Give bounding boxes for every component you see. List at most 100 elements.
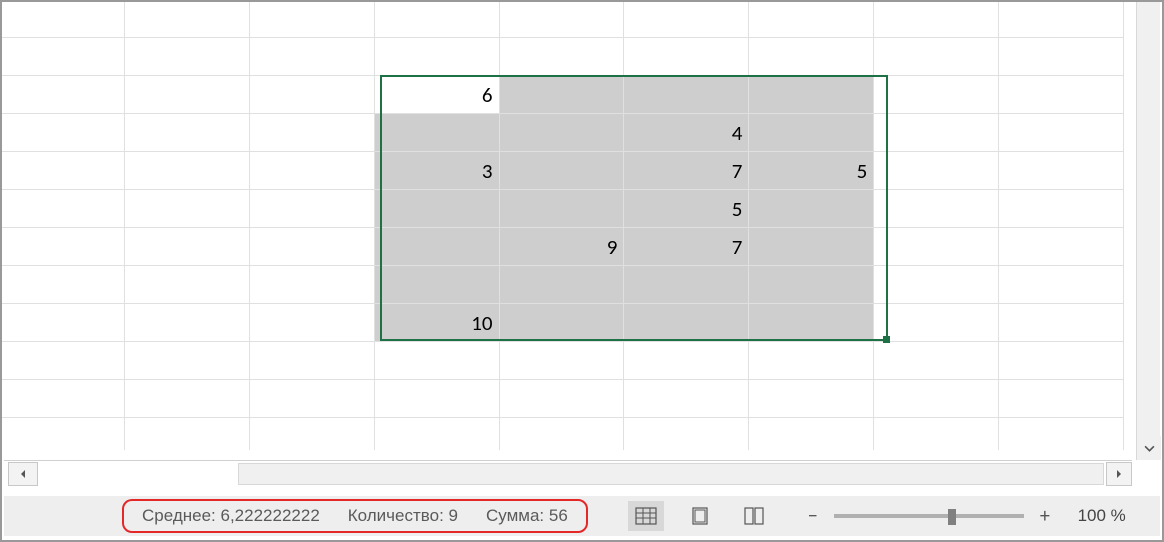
cell[interactable] <box>624 0 749 38</box>
cell[interactable] <box>125 0 250 38</box>
cell[interactable] <box>500 266 625 304</box>
cell[interactable] <box>749 304 874 342</box>
cell[interactable] <box>0 304 125 342</box>
cell[interactable] <box>624 266 749 304</box>
cell[interactable] <box>375 266 500 304</box>
cell[interactable] <box>749 228 874 266</box>
cell[interactable] <box>999 380 1124 418</box>
cell[interactable] <box>624 418 749 450</box>
cell[interactable] <box>874 266 999 304</box>
cell[interactable] <box>125 76 250 114</box>
cell[interactable] <box>500 304 625 342</box>
cell[interactable] <box>874 152 999 190</box>
cell[interactable] <box>749 38 874 76</box>
cell[interactable] <box>125 342 250 380</box>
cell[interactable] <box>624 38 749 76</box>
cell[interactable] <box>125 190 250 228</box>
cell[interactable] <box>0 266 125 304</box>
view-page-layout-button[interactable] <box>682 501 718 531</box>
cell[interactable] <box>125 152 250 190</box>
zoom-out-button[interactable]: − <box>802 505 824 527</box>
cell[interactable] <box>874 114 999 152</box>
cell[interactable]: 5 <box>749 152 874 190</box>
zoom-percent-label[interactable]: 100 % <box>1066 506 1126 526</box>
cell[interactable] <box>500 114 625 152</box>
cell[interactable] <box>125 38 250 76</box>
cell[interactable] <box>999 266 1124 304</box>
cell[interactable] <box>375 228 500 266</box>
cell[interactable] <box>250 342 375 380</box>
cell[interactable] <box>874 0 999 38</box>
cell[interactable] <box>375 0 500 38</box>
cell[interactable]: 9 <box>500 228 625 266</box>
cell[interactable] <box>874 342 999 380</box>
cell[interactable] <box>500 418 625 450</box>
cell[interactable] <box>250 380 375 418</box>
cell[interactable] <box>999 114 1124 152</box>
cell[interactable] <box>999 38 1124 76</box>
cell[interactable] <box>749 418 874 450</box>
cell[interactable] <box>0 342 125 380</box>
tab-nav-prev-button[interactable] <box>8 462 38 486</box>
cell[interactable] <box>250 304 375 342</box>
zoom-slider-thumb[interactable] <box>948 509 956 525</box>
cell[interactable] <box>375 38 500 76</box>
cell[interactable] <box>874 304 999 342</box>
cell[interactable] <box>874 76 999 114</box>
cell[interactable] <box>375 114 500 152</box>
cell[interactable] <box>250 76 375 114</box>
cell[interactable] <box>999 152 1124 190</box>
cell[interactable] <box>125 380 250 418</box>
cell[interactable] <box>500 38 625 76</box>
cell[interactable] <box>749 342 874 380</box>
horizontal-scrollbar[interactable] <box>238 463 1104 485</box>
cell[interactable] <box>749 380 874 418</box>
spreadsheet-grid[interactable]: 6437559710 <box>0 0 1124 450</box>
cell[interactable] <box>999 342 1124 380</box>
zoom-slider[interactable] <box>834 514 1024 518</box>
cell[interactable] <box>624 304 749 342</box>
cell[interactable] <box>375 342 500 380</box>
cell[interactable] <box>624 380 749 418</box>
cell[interactable] <box>500 380 625 418</box>
cell[interactable] <box>500 76 625 114</box>
cell[interactable] <box>0 190 125 228</box>
cell[interactable] <box>0 0 125 38</box>
cell[interactable] <box>250 114 375 152</box>
zoom-in-button[interactable]: + <box>1034 505 1056 527</box>
cell[interactable] <box>999 304 1124 342</box>
cell[interactable]: 4 <box>624 114 749 152</box>
cell[interactable] <box>999 190 1124 228</box>
cell[interactable] <box>749 190 874 228</box>
cell[interactable] <box>125 266 250 304</box>
cell[interactable] <box>375 380 500 418</box>
cell[interactable] <box>125 114 250 152</box>
cell[interactable] <box>999 0 1124 38</box>
cell[interactable] <box>749 76 874 114</box>
cell[interactable] <box>0 152 125 190</box>
cell[interactable] <box>500 0 625 38</box>
cell[interactable] <box>500 190 625 228</box>
cell[interactable] <box>0 418 125 450</box>
cell[interactable] <box>749 114 874 152</box>
cell[interactable] <box>874 38 999 76</box>
view-normal-button[interactable] <box>628 501 664 531</box>
cell[interactable] <box>999 76 1124 114</box>
vertical-scrollbar-track[interactable] <box>1137 0 1160 436</box>
cell[interactable] <box>250 38 375 76</box>
cell[interactable] <box>250 266 375 304</box>
cell[interactable] <box>500 342 625 380</box>
cell[interactable]: 5 <box>624 190 749 228</box>
cell[interactable] <box>375 190 500 228</box>
cell[interactable] <box>0 38 125 76</box>
vertical-scrollbar[interactable] <box>1136 0 1160 460</box>
cell[interactable] <box>874 418 999 450</box>
cell[interactable] <box>874 228 999 266</box>
cell[interactable] <box>125 418 250 450</box>
cell[interactable] <box>125 228 250 266</box>
cell[interactable]: 6 <box>375 76 500 114</box>
view-page-break-button[interactable] <box>736 501 772 531</box>
cell[interactable] <box>0 114 125 152</box>
cell[interactable] <box>624 76 749 114</box>
cell[interactable] <box>999 228 1124 266</box>
